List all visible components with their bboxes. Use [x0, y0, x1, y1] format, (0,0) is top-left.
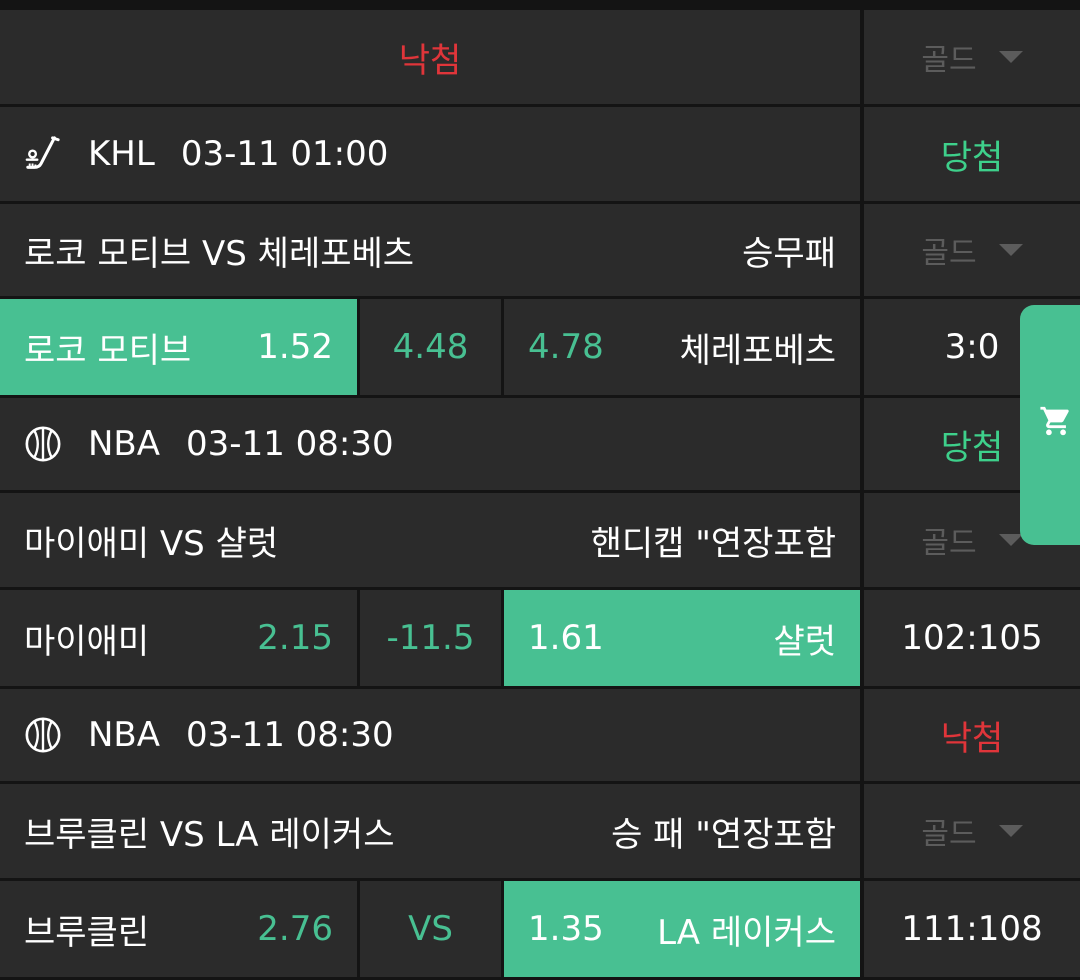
home-team: 마이애미 — [24, 621, 150, 662]
top-result-status: 낙첨 — [0, 10, 860, 104]
away-odds: 4.78 — [528, 327, 604, 367]
home-odds: 2.15 — [257, 618, 333, 658]
home-odds: 2.76 — [257, 909, 333, 949]
odds-row: 마이애미 2.15 -11.5 1.61 샬럿 102:105 — [0, 590, 1080, 686]
match-info: 로코 모티브 VS 체레포베츠 승무패 — [0, 204, 860, 296]
away-odds-button[interactable]: 1.35 LA 레이커스 — [504, 881, 860, 977]
game-header-row: KHL 03-11 01:00 당첨 — [0, 107, 1080, 201]
away-team: 체레포베츠 — [679, 330, 836, 371]
top-gold-dropdown[interactable]: 골드 — [864, 10, 1080, 104]
top-status-row: 낙첨 골드 — [0, 10, 1080, 104]
game-header-row: NBA 03-11 08:30 당첨 — [0, 398, 1080, 490]
game-header-row: NBA 03-11 08:30 낙첨 — [0, 689, 1080, 781]
match-info: 브루클린 VS LA 레이커스 승 패 "연장포함 — [0, 784, 860, 878]
gold-label: 골드 — [921, 43, 977, 78]
match-title-row: 브루클린 VS LA 레이커스 승 패 "연장포함 골드 — [0, 784, 1080, 878]
away-odds-button[interactable]: 4.78 체레포베츠 — [504, 299, 860, 395]
gold-dropdown[interactable]: 골드 — [864, 204, 1080, 296]
match-title-row: 로코 모티브 VS 체레포베츠 승무패 골드 — [0, 204, 1080, 296]
bet-type: 승 패 "연장포함 — [611, 814, 836, 855]
chevron-down-icon — [998, 534, 1023, 546]
league-name: KHL — [88, 134, 155, 174]
game-datetime: 03-11 08:30 — [186, 715, 394, 755]
away-team: LA 레이커스 — [657, 912, 836, 953]
league-name: NBA — [88, 715, 161, 755]
hockey-stick-icon — [25, 136, 60, 169]
basketball-icon — [25, 426, 61, 462]
chevron-down-icon — [998, 244, 1023, 256]
game-result-status: 당첨 — [864, 107, 1080, 201]
odds-row: 로코 모티브 1.52 4.48 4.78 체레포베츠 3:0 — [0, 299, 1080, 395]
gold-label: 골드 — [921, 526, 977, 561]
game-header: NBA 03-11 08:30 — [0, 398, 860, 490]
basketball-icon — [25, 717, 61, 753]
match-title: 로코 모티브 VS 체레포베츠 — [24, 233, 415, 274]
gold-label: 골드 — [921, 817, 977, 852]
home-odds-button[interactable]: 마이애미 2.15 — [0, 590, 357, 686]
away-odds-button[interactable]: 1.61 샬럿 — [504, 590, 860, 686]
home-team: 브루클린 — [24, 912, 150, 953]
draw-odds-button[interactable]: 4.48 — [360, 299, 501, 395]
match-title: 마이애미 VS 샬럿 — [24, 523, 279, 564]
cart-button[interactable] — [1020, 305, 1080, 545]
home-odds-button[interactable]: 브루클린 2.76 — [0, 881, 357, 977]
away-team: 샬럿 — [773, 621, 836, 662]
home-odds: 1.52 — [257, 327, 333, 367]
game-result-status: 낙첨 — [864, 689, 1080, 781]
game-datetime: 03-11 01:00 — [180, 134, 389, 174]
cart-icon — [1040, 406, 1069, 436]
match-title: 브루클린 VS LA 레이커스 — [24, 814, 395, 855]
away-odds: 1.35 — [528, 909, 604, 949]
gold-dropdown[interactable]: 골드 — [864, 784, 1080, 878]
handicap-value[interactable]: -11.5 — [360, 590, 501, 686]
vs-label: VS — [360, 881, 501, 977]
bet-type: 핸디캡 "연장포함 — [590, 523, 836, 564]
home-odds-button[interactable]: 로코 모티브 1.52 — [0, 299, 357, 395]
match-info: 마이애미 VS 샬럿 핸디캡 "연장포함 — [0, 493, 860, 587]
game-datetime: 03-11 08:30 — [186, 424, 394, 464]
chevron-down-icon — [998, 825, 1023, 837]
gold-label: 골드 — [921, 236, 977, 271]
bet-type: 승무패 — [742, 233, 836, 274]
final-score: 102:105 — [864, 590, 1080, 686]
final-score: 111:108 — [864, 881, 1080, 977]
chevron-down-icon — [998, 51, 1023, 63]
home-team: 로코 모티브 — [24, 330, 192, 371]
league-name: NBA — [88, 424, 161, 464]
game-header: NBA 03-11 08:30 — [0, 689, 860, 781]
match-title-row: 마이애미 VS 샬럿 핸디캡 "연장포함 골드 — [0, 493, 1080, 587]
game-header: KHL 03-11 01:00 — [0, 107, 860, 201]
away-odds: 1.61 — [528, 618, 604, 658]
odds-row: 브루클린 2.76 VS 1.35 LA 레이커스 111:108 — [0, 881, 1080, 977]
